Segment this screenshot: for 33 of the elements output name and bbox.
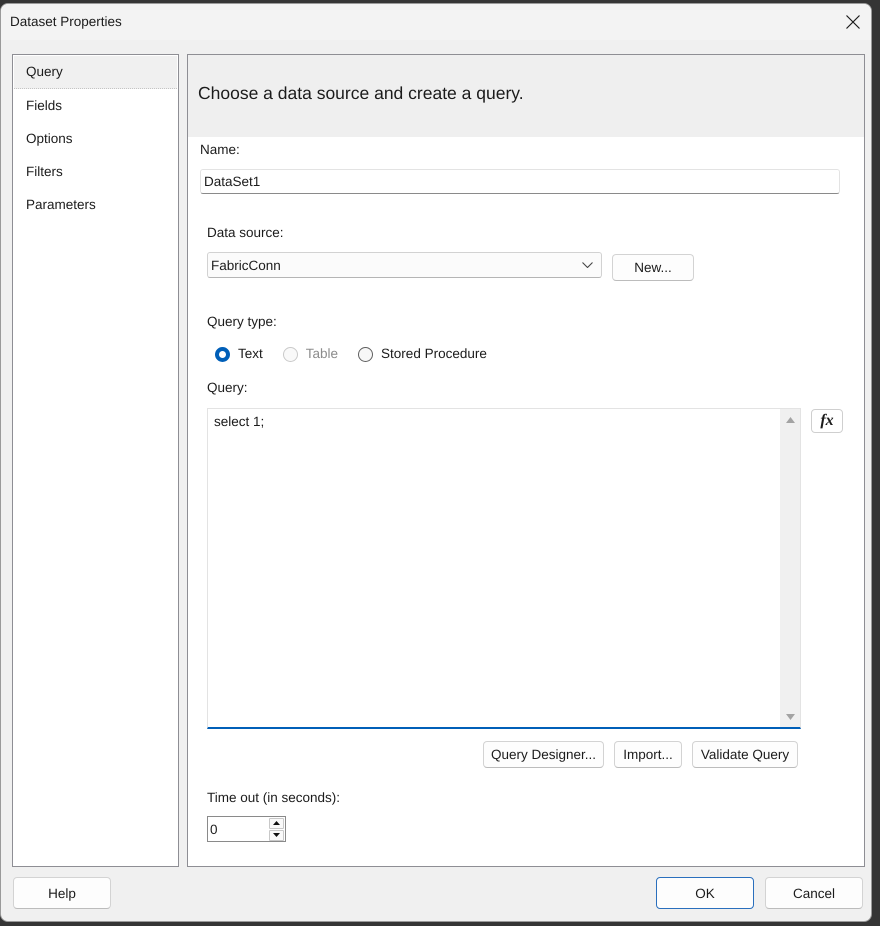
- spin-up-button[interactable]: [269, 818, 284, 828]
- query-type-label: Query type:: [207, 314, 277, 330]
- query-designer-button[interactable]: Query Designer...: [483, 741, 604, 768]
- expression-button[interactable]: fx: [811, 409, 843, 433]
- spin-down-button[interactable]: [269, 830, 284, 840]
- timeout-label: Time out (in seconds):: [207, 790, 340, 806]
- cancel-button[interactable]: Cancel: [765, 877, 863, 909]
- sidebar-item[interactable]: Query: [14, 56, 177, 89]
- name-label: Name:: [200, 142, 240, 158]
- name-field[interactable]: DataSet1: [200, 169, 840, 194]
- help-button[interactable]: Help: [13, 877, 111, 909]
- down-triangle-icon: [273, 833, 280, 837]
- close-icon: [846, 15, 860, 29]
- header-text: Choose a data source and create a query.: [198, 82, 524, 105]
- ok-button[interactable]: OK: [656, 877, 754, 909]
- chevron-down-icon: [582, 262, 593, 268]
- timeout-spinbox[interactable]: 0: [207, 816, 286, 842]
- up-triangle-icon: [273, 821, 280, 825]
- radio-option[interactable]: Text: [215, 344, 263, 364]
- query-field[interactable]: select 1;: [207, 408, 801, 729]
- sidebar-item[interactable]: Fields: [14, 89, 177, 122]
- data-source-dropdown[interactable]: FabricConn: [207, 252, 602, 278]
- new-button[interactable]: New...: [612, 254, 694, 281]
- radio-option[interactable]: Stored Procedure: [358, 344, 487, 364]
- sidebar-item[interactable]: Options: [14, 122, 177, 155]
- import-button[interactable]: Import...: [614, 741, 682, 768]
- window-title: Dataset Properties: [10, 12, 122, 30]
- query-label: Query:: [207, 380, 248, 396]
- validate-query-button[interactable]: Validate Query: [692, 741, 798, 768]
- sidebar-item[interactable]: Filters: [14, 155, 177, 188]
- data-source-label: Data source:: [207, 225, 284, 241]
- sidebar-item[interactable]: Parameters: [14, 188, 177, 221]
- radio-option: Table: [282, 344, 338, 364]
